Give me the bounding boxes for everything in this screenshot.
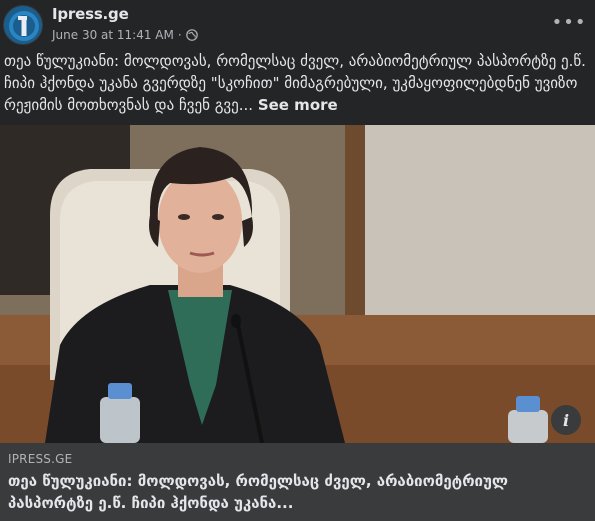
post-timestamp[interactable]: June 30 at 11:41 AM [52, 28, 174, 42]
more-options-icon: ••• [551, 11, 587, 33]
post-photo[interactable]: i [0, 125, 595, 443]
info-icon: i [562, 410, 570, 430]
post-caption: თეა წულუკიანი: მოლდოვას, რომელსაც ძველ, … [4, 50, 589, 116]
post-header: Ipress.ge June 30 at 11:41 AM · ••• [0, 0, 595, 48]
page-avatar[interactable] [3, 5, 43, 45]
see-more-link[interactable]: See more [258, 96, 338, 114]
link-domain: IPRESS.GE [8, 452, 73, 466]
post-meta: June 30 at 11:41 AM · [52, 28, 198, 42]
link-preview[interactable]: IPRESS.GE თეა წულუკიანი: მოლდოვას, რომელ… [0, 443, 595, 521]
globe-icon[interactable] [185, 29, 198, 41]
ipress-logo-icon [4, 6, 42, 44]
link-title[interactable]: თეა წულუკიანი: მოლდოვას, რომელსაც ძველ, … [8, 470, 578, 514]
facebook-post: Ipress.ge June 30 at 11:41 AM · ••• თეა … [0, 0, 595, 521]
photo-illustration [0, 125, 595, 443]
more-options-button[interactable]: ••• [552, 8, 586, 36]
page-name[interactable]: Ipress.ge [52, 5, 129, 23]
info-button[interactable]: i [551, 405, 581, 435]
meta-separator: · [177, 28, 182, 42]
